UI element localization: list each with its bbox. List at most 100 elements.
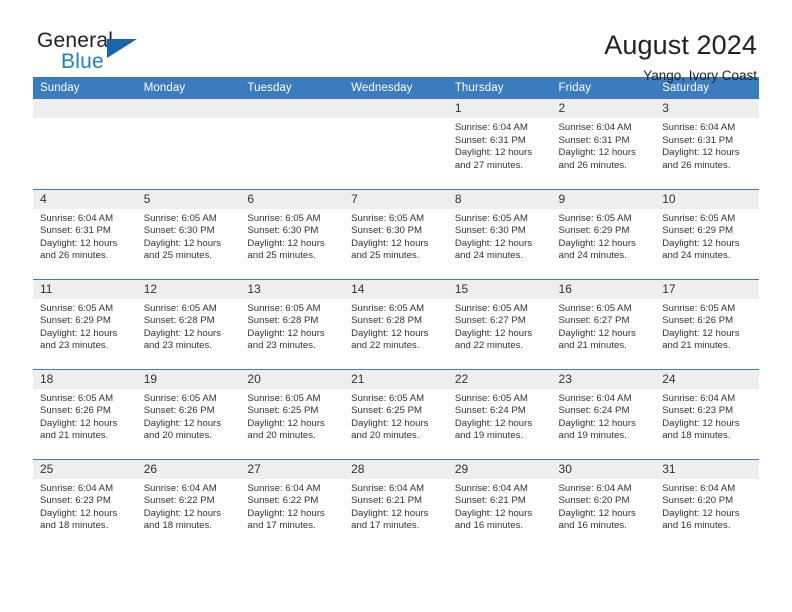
daylight-duration-line2: and 26 minutes. [40, 250, 109, 262]
day-number: 26 [136, 459, 241, 479]
daylight-duration-line1: Daylight: 12 hours [351, 237, 429, 249]
day-sun-info: Sunrise: 6:04 AM Sunset: 6:23 PM Daylight:… [655, 389, 759, 443]
calendar-day-cell[interactable]: 15 Sunrise: 6:05 AM Sunset: 6:27 PM Dayligh… [447, 278, 552, 369]
sunrise-time: Sunrise: 6:04 AM [454, 482, 528, 494]
sunset-time: Sunset: 6:28 PM [351, 315, 423, 327]
day-sun-info: Sunrise: 6:05 AM Sunset: 6:25 PM Daylight:… [240, 389, 344, 443]
day-sun-info: Sunrise: 6:04 AM Sunset: 6:31 PM Daylight:… [448, 118, 552, 172]
calendar-week-row: 1 Sunrise: 6:04 AM Sunset: 6:31 PM Daylight… [33, 99, 759, 189]
daylight-duration-line1: Daylight: 12 hours [662, 147, 740, 159]
daylight-duration-line1: Daylight: 12 hours [662, 507, 740, 519]
daylight-duration-line1: Daylight: 12 hours [454, 237, 533, 249]
daylight-duration-line1: Daylight: 12 hours [558, 327, 636, 339]
sunrise-time: Sunrise: 6:05 AM [351, 302, 425, 314]
sunset-time: Sunset: 6:28 PM [247, 315, 319, 327]
calendar-day-cell[interactable]: 3 Sunrise: 6:04 AM Sunset: 6:31 PM Daylight… [655, 99, 759, 189]
calendar-day-cell[interactable]: 29 Sunrise: 6:04 AM Sunset: 6:21 PM Dayligh… [447, 458, 552, 549]
daylight-duration-line2: and 24 minutes. [558, 250, 627, 262]
calendar-day-cell[interactable]: 14 Sunrise: 6:05 AM Sunset: 6:28 PM Dayligh… [344, 278, 448, 369]
sunset-time: Sunset: 6:31 PM [558, 134, 630, 146]
day-sun-info: Sunrise: 6:04 AM Sunset: 6:21 PM Daylight:… [448, 479, 552, 533]
daylight-duration-line1: Daylight: 12 hours [247, 417, 325, 429]
sunset-time: Sunset: 6:26 PM [40, 405, 111, 417]
day-sun-info: Sunrise: 6:05 AM Sunset: 6:30 PM Daylight:… [240, 209, 344, 263]
sunrise-time: Sunrise: 6:05 AM [454, 302, 528, 314]
calendar-day-cell[interactable]: 11 Sunrise: 6:05 AM Sunset: 6:29 PM Dayligh… [33, 278, 137, 369]
calendar-day-cell[interactable]: 10 Sunrise: 6:05 AM Sunset: 6:29 PM Dayligh… [655, 188, 759, 279]
day-number: 3 [655, 99, 759, 118]
calendar-day-cell[interactable]: 22 Sunrise: 6:05 AM Sunset: 6:24 PM Dayligh… [447, 368, 552, 459]
calendar-day-cell[interactable]: 13 Sunrise: 6:05 AM Sunset: 6:28 PM Dayligh… [240, 278, 345, 369]
daylight-duration-line2: and 16 minutes. [454, 520, 524, 532]
weekday-header-tuesday: Tuesday [240, 77, 345, 99]
day-sun-info: Sunrise: 6:04 AM Sunset: 6:22 PM Daylight:… [137, 479, 241, 533]
calendar-day-cell[interactable]: 28 Sunrise: 6:04 AM Sunset: 6:21 PM Dayligh… [344, 458, 448, 549]
calendar-day-cell[interactable]: 8 Sunrise: 6:05 AM Sunset: 6:30 PM Daylight… [447, 188, 552, 279]
calendar-day-cell[interactable]: 19 Sunrise: 6:05 AM Sunset: 6:26 PM Dayligh… [136, 368, 241, 459]
calendar-day-cell[interactable]: 17 Sunrise: 6:05 AM Sunset: 6:26 PM Dayligh… [655, 278, 759, 369]
day-number: 28 [344, 459, 448, 479]
day-number: 18 [33, 369, 137, 389]
day-number: 17 [655, 279, 759, 299]
day-sun-info: Sunrise: 6:04 AM Sunset: 6:20 PM Daylight:… [552, 479, 656, 533]
sunrise-time: Sunrise: 6:04 AM [662, 482, 736, 494]
triangle-icon [107, 39, 137, 58]
daylight-duration-line2: and 25 minutes. [351, 250, 420, 262]
calendar-day-cell[interactable]: 23 Sunrise: 6:04 AM Sunset: 6:24 PM Dayligh… [551, 368, 656, 459]
daylight-duration-line2: and 17 minutes. [351, 520, 420, 532]
daylight-duration-line1: Daylight: 12 hours [40, 327, 118, 339]
daylight-duration-line1: Daylight: 12 hours [454, 327, 533, 339]
daylight-duration-line1: Daylight: 12 hours [143, 327, 222, 339]
daylight-duration-line1: Daylight: 12 hours [247, 327, 325, 339]
calendar-day-cell[interactable]: 12 Sunrise: 6:05 AM Sunset: 6:28 PM Dayligh… [136, 278, 241, 369]
daylight-duration-line2: and 26 minutes. [558, 159, 627, 171]
calendar-day-cell[interactable]: 21 Sunrise: 6:05 AM Sunset: 6:25 PM Dayligh… [344, 368, 448, 459]
calendar-day-cell[interactable]: 30 Sunrise: 6:04 AM Sunset: 6:20 PM Dayligh… [551, 458, 656, 549]
day-sun-info: Sunrise: 6:05 AM Sunset: 6:29 PM Daylight:… [552, 209, 656, 263]
calendar-day-cell[interactable]: 16 Sunrise: 6:05 AM Sunset: 6:27 PM Dayligh… [551, 278, 656, 369]
sunrise-time: Sunrise: 6:05 AM [143, 212, 217, 224]
calendar-day-cell[interactable]: 20 Sunrise: 6:05 AM Sunset: 6:25 PM Dayligh… [240, 368, 345, 459]
sunrise-time: Sunrise: 6:05 AM [40, 302, 114, 314]
day-number [240, 99, 345, 118]
sunrise-time: Sunrise: 6:05 AM [454, 212, 528, 224]
daylight-duration-line1: Daylight: 12 hours [40, 507, 118, 519]
calendar-day-cell[interactable]: 31 Sunrise: 6:04 AM Sunset: 6:20 PM Dayligh… [655, 458, 759, 549]
calendar-day-cell[interactable]: 26 Sunrise: 6:04 AM Sunset: 6:22 PM Dayligh… [136, 458, 241, 549]
calendar-cell-empty [33, 99, 137, 189]
sunset-time: Sunset: 6:30 PM [247, 225, 319, 237]
sunset-time: Sunset: 6:22 PM [247, 495, 319, 507]
day-number: 23 [551, 369, 656, 389]
calendar-day-cell[interactable]: 24 Sunrise: 6:04 AM Sunset: 6:23 PM Dayligh… [655, 368, 759, 459]
day-number: 20 [240, 369, 345, 389]
sunrise-time: Sunrise: 6:04 AM [662, 392, 736, 404]
calendar-day-cell[interactable]: 9 Sunrise: 6:05 AM Sunset: 6:29 PM Daylight… [551, 188, 656, 279]
day-sun-info: Sunrise: 6:05 AM Sunset: 6:30 PM Daylight:… [344, 209, 448, 263]
calendar-cell-empty [344, 99, 448, 189]
daylight-duration-line2: and 20 minutes. [143, 430, 212, 442]
calendar-day-cell[interactable]: 2 Sunrise: 6:04 AM Sunset: 6:31 PM Daylight… [551, 99, 656, 189]
sunrise-time: Sunrise: 6:05 AM [558, 212, 632, 224]
calendar-day-cell[interactable]: 5 Sunrise: 6:05 AM Sunset: 6:30 PM Daylight… [136, 188, 241, 279]
sunset-time: Sunset: 6:23 PM [662, 405, 734, 417]
calendar-day-cell[interactable]: 18 Sunrise: 6:05 AM Sunset: 6:26 PM Dayligh… [33, 368, 137, 459]
general-blue-logo[interactable]: General Blue [33, 30, 153, 72]
day-number: 4 [33, 189, 137, 209]
daylight-duration-line2: and 23 minutes. [247, 340, 316, 352]
calendar-day-cell[interactable]: 27 Sunrise: 6:04 AM Sunset: 6:22 PM Dayligh… [240, 458, 345, 549]
sunset-time: Sunset: 6:28 PM [143, 315, 215, 327]
daylight-duration-line2: and 21 minutes. [40, 430, 109, 442]
calendar-day-cell[interactable]: 25 Sunrise: 6:04 AM Sunset: 6:23 PM Dayligh… [33, 458, 137, 549]
daylight-duration-line1: Daylight: 12 hours [143, 417, 222, 429]
sunset-time: Sunset: 6:30 PM [143, 225, 215, 237]
calendar-week-row: 11 Sunrise: 6:05 AM Sunset: 6:29 PM Dayligh… [33, 278, 759, 369]
daylight-duration-line2: and 16 minutes. [662, 520, 731, 532]
calendar-day-cell[interactable]: 6 Sunrise: 6:05 AM Sunset: 6:30 PM Daylight… [240, 188, 345, 279]
sunrise-time: Sunrise: 6:05 AM [143, 302, 217, 314]
sunrise-time: Sunrise: 6:05 AM [351, 212, 425, 224]
day-sun-info: Sunrise: 6:05 AM Sunset: 6:28 PM Daylight:… [240, 299, 344, 353]
calendar-day-cell[interactable]: 4 Sunrise: 6:04 AM Sunset: 6:31 PM Daylight… [33, 188, 137, 279]
sunset-time: Sunset: 6:29 PM [662, 225, 734, 237]
calendar-day-cell[interactable]: 1 Sunrise: 6:04 AM Sunset: 6:31 PM Daylight… [447, 99, 552, 189]
calendar-day-cell[interactable]: 7 Sunrise: 6:05 AM Sunset: 6:30 PM Daylight… [344, 188, 448, 279]
